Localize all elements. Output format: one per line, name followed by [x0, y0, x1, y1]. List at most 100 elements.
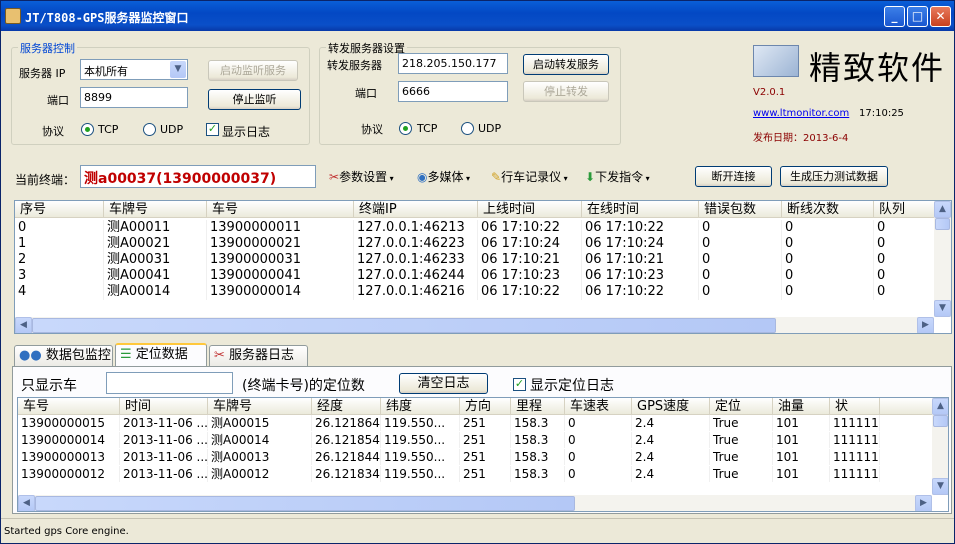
close-button[interactable]: ✕ — [930, 6, 951, 27]
brand-name: 精致软件 — [809, 49, 946, 87]
disconnect-button[interactable]: 断开连接 — [695, 166, 772, 187]
scroll-left-icon[interactable]: ◀ — [18, 495, 35, 511]
table-cell: 2 — [15, 252, 104, 268]
minimize-button[interactable]: _ — [884, 6, 905, 27]
forward-legend: 转发服务器设置 — [326, 40, 407, 56]
release-date-label: 发布日期：2013-6-4 — [753, 133, 849, 144]
location-column-header[interactable]: 车牌号 — [208, 398, 312, 415]
location-vscroll[interactable]: ▲ ▼ — [932, 398, 948, 495]
show-log-checkbox[interactable]: ✓ — [206, 123, 219, 136]
chevron-down-icon[interactable]: ▼ — [170, 61, 186, 78]
recorder-label: 行车记录仪 — [501, 170, 562, 184]
terminal-column-header[interactable]: 序号 — [15, 201, 104, 218]
location-column-header[interactable]: 纬度 — [381, 398, 460, 415]
terminal-column-header[interactable]: 终端IP — [354, 201, 478, 218]
location-column-header[interactable]: 经度 — [312, 398, 381, 415]
media-menu[interactable]: ◉多媒体 ▾ — [417, 167, 470, 187]
terminal-column-header[interactable]: 错误包数 — [699, 201, 782, 218]
show-location-log-checkbox[interactable]: ✓ — [513, 378, 526, 391]
table-cell: 13900000021 — [207, 236, 354, 252]
location-column-header[interactable]: 状 — [830, 398, 880, 415]
terminal-column-header[interactable]: 断线次数 — [782, 201, 874, 218]
location-column-header[interactable]: 时间 — [120, 398, 208, 415]
location-column-header[interactable]: 车号 — [18, 398, 120, 415]
forward-server-input[interactable]: 218.205.150.177 — [398, 53, 508, 74]
terminal-column-header[interactable]: 在线时间 — [582, 201, 699, 218]
scroll-down-icon[interactable]: ▼ — [934, 300, 951, 317]
table-cell: 测A00031 — [104, 252, 207, 268]
table-cell: 2.4 — [632, 415, 710, 431]
scroll-hthumb[interactable] — [35, 496, 575, 511]
location-hscroll[interactable]: ◀ ▶ — [18, 495, 932, 511]
scroll-right-icon[interactable]: ▶ — [917, 317, 934, 333]
send-command-menu[interactable]: ⬇下发指令 ▾ — [585, 167, 650, 187]
tab-location-data[interactable]: ☰ 定位数据 — [115, 343, 207, 366]
table-cell: 26.121834 — [312, 466, 381, 482]
scroll-thumb[interactable] — [933, 415, 948, 427]
scroll-right-icon[interactable]: ▶ — [915, 495, 932, 511]
table-cell: 2013-11-06 ... — [120, 432, 208, 448]
location-column-header[interactable]: 方向 — [460, 398, 511, 415]
server-tcp-radio[interactable] — [81, 123, 94, 136]
location-column-header[interactable]: 里程 — [511, 398, 565, 415]
scroll-down-icon[interactable]: ▼ — [932, 478, 948, 495]
forward-udp-radio[interactable] — [461, 122, 474, 135]
current-terminal-field[interactable]: 测a00037(13900000037) — [80, 165, 316, 188]
terminal-column-header[interactable]: 上线时间 — [478, 201, 582, 218]
stop-forward-button[interactable]: 停止转发 — [523, 81, 609, 102]
send-command-label: 下发指令 — [595, 170, 644, 184]
window-title: JT/T808-GPS服务器监控窗口 — [25, 11, 189, 25]
location-column-header[interactable]: 车速表 — [565, 398, 632, 415]
maximize-button[interactable]: □ — [907, 6, 928, 27]
table-cell: 0 — [699, 236, 782, 252]
table-cell: 119.550... — [381, 449, 460, 465]
forward-tcp-radio[interactable] — [399, 122, 412, 135]
start-forward-button[interactable]: 启动转发服务 — [523, 54, 609, 75]
clock-label: 17:10:25 — [859, 108, 904, 119]
website-link[interactable]: www.ltmonitor.com — [753, 108, 849, 119]
scroll-left-icon[interactable]: ◀ — [15, 317, 32, 333]
table-cell: 06 17:10:23 — [582, 268, 699, 284]
table-cell: 4 — [15, 284, 104, 300]
tab-packet-monitor[interactable]: ●● 数据包监控 — [14, 345, 113, 366]
location-column-header[interactable]: 油量 — [773, 398, 830, 415]
scroll-up-icon[interactable]: ▲ — [934, 201, 951, 218]
terminal-column-header[interactable]: 车牌号 — [104, 201, 207, 218]
forward-udp-label: UDP — [478, 122, 502, 135]
server-ip-select[interactable]: 本机所有 ▼ — [80, 59, 188, 80]
tab-label: 定位数据 — [135, 347, 188, 362]
terminal-column-header[interactable]: 车号 — [207, 201, 354, 218]
tab-server-log[interactable]: ✂ 服务器日志 — [209, 345, 308, 366]
forward-port-input[interactable]: 6666 — [398, 81, 508, 102]
stop-listen-button[interactable]: 停止监听 — [208, 89, 301, 110]
params-menu[interactable]: ✂参数设置 ▾ — [329, 167, 394, 187]
title-bar[interactable]: JT/T808-GPS服务器监控窗口 _ □ ✕ — [1, 1, 954, 31]
server-udp-radio[interactable] — [143, 123, 156, 136]
location-column-header[interactable]: 定位 — [710, 398, 773, 415]
start-listen-button[interactable]: 启动监听服务 — [208, 60, 298, 81]
table-cell: 测A00014 — [208, 432, 312, 448]
tools-icon: ✂ — [329, 170, 340, 184]
server-port-input[interactable]: 8899 — [80, 87, 188, 108]
vehicle-filter-input[interactable] — [106, 372, 233, 394]
terminal-vscroll[interactable]: ▲ ▼ — [934, 201, 951, 317]
brand-logo-icon — [753, 45, 799, 77]
table-cell: 1111111100 — [830, 466, 880, 482]
scroll-thumb[interactable] — [935, 218, 950, 230]
table-cell: 0 — [782, 284, 874, 300]
terminal-hscroll[interactable]: ◀ ▶ — [15, 317, 934, 333]
table-cell: 13900000014 — [207, 284, 354, 300]
table-cell: 0 — [699, 284, 782, 300]
scroll-up-icon[interactable]: ▲ — [932, 398, 948, 415]
recorder-menu[interactable]: ✎行车记录仪 ▾ — [491, 167, 568, 187]
footprint-icon: ●● — [19, 348, 42, 363]
terminal-column-header[interactable]: 队列 — [874, 201, 935, 218]
location-column-header[interactable]: GPS速度 — [632, 398, 710, 415]
table-cell: 2013-11-06 ... — [120, 449, 208, 465]
table-cell: 13900000012 — [18, 466, 120, 482]
table-cell: 158.3 — [511, 415, 565, 431]
recorder-icon: ✎ — [491, 170, 502, 184]
scroll-hthumb[interactable] — [32, 318, 776, 333]
stress-test-button[interactable]: 生成压力测试数据 — [780, 166, 888, 187]
clear-log-button[interactable]: 清空日志 — [399, 373, 488, 394]
